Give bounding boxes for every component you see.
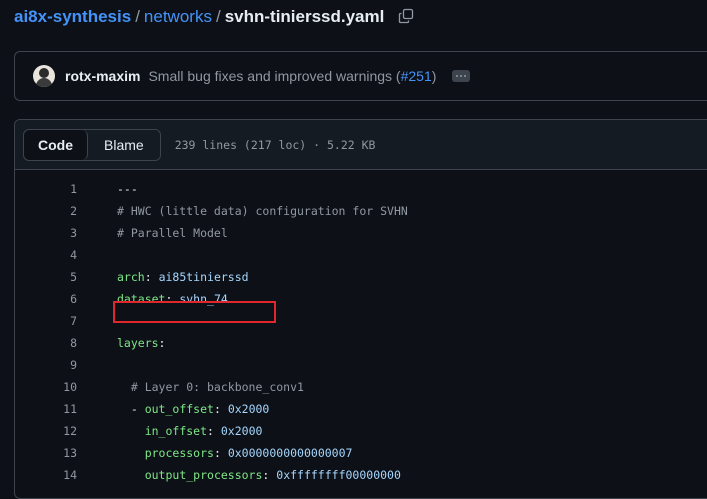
code-token: : xyxy=(207,424,221,438)
breadcrumb-separator: / xyxy=(135,7,140,26)
code-token: out_offset xyxy=(144,402,214,416)
copy-path-button[interactable] xyxy=(395,5,417,27)
code-token: in_offset xyxy=(144,424,208,438)
line-number[interactable]: 6 xyxy=(15,292,77,306)
code-token: arch xyxy=(117,270,145,284)
line-number[interactable]: 4 xyxy=(15,248,77,262)
code-token: # HWC (little data) configuration for SV… xyxy=(117,204,408,218)
code-line: 5 arch: ai85tinierssd xyxy=(15,266,707,288)
line-number[interactable]: 1 xyxy=(15,182,77,196)
code-token: : xyxy=(158,336,166,350)
code-line: 9 xyxy=(15,354,707,376)
line-number[interactable]: 10 xyxy=(15,380,77,394)
code-token: --- xyxy=(117,182,138,196)
avatar[interactable] xyxy=(33,65,55,87)
code-line: 12 in_offset: 0x2000 xyxy=(15,420,707,442)
code-text: --- xyxy=(117,182,138,196)
line-number[interactable]: 3 xyxy=(15,226,77,240)
code-text: # Layer 0: backbone_conv1 xyxy=(117,380,304,394)
line-number[interactable]: 8 xyxy=(15,336,77,350)
file-viewer: Code Blame 239 lines (217 loc) · 5.22 KB… xyxy=(14,119,707,499)
code-token: # Parallel Model xyxy=(117,226,228,240)
breadcrumb-dir-link[interactable]: networks xyxy=(144,7,212,27)
latest-commit-bar: rotx-maxim Small bug fixes and improved … xyxy=(14,51,707,101)
code-token: 0x0000000000000007 xyxy=(227,446,353,460)
code-line: 10 # Layer 0: backbone_conv1 xyxy=(15,376,707,398)
code-line: 3 # Parallel Model xyxy=(15,222,707,244)
tab-code[interactable]: Code xyxy=(24,129,88,160)
breadcrumb-repo-link[interactable]: ai8x-synthesis xyxy=(14,7,131,27)
file-header: Code Blame 239 lines (217 loc) · 5.22 KB xyxy=(15,120,707,170)
code-text: layers: xyxy=(117,336,165,350)
code-token: layers xyxy=(117,336,159,350)
code-line: 2 # HWC (little data) configuration for S… xyxy=(15,200,707,222)
view-switcher: Code Blame xyxy=(23,128,161,161)
code-token: 0x2000 xyxy=(220,424,263,438)
line-number[interactable]: 11 xyxy=(15,402,77,416)
breadcrumb-file-name: svhn-tinierssd.yaml xyxy=(224,7,385,26)
breadcrumb-separator: / xyxy=(215,7,221,26)
copy-icon xyxy=(398,8,414,24)
tab-blame[interactable]: Blame xyxy=(88,129,160,160)
commit-author-link[interactable]: rotx-maxim xyxy=(65,68,140,84)
code-token: # Layer 0: backbone_conv1 xyxy=(117,380,304,394)
code-text: - out_offset: 0x2000 xyxy=(117,402,270,416)
commit-message[interactable]: Small bug fixes and improved warnings (#… xyxy=(148,68,436,84)
commit-message-text[interactable]: Small bug fixes and improved warnings ( xyxy=(148,68,400,84)
code-token: - xyxy=(117,402,145,416)
code-line: 7 xyxy=(15,310,707,332)
code-text: # HWC (little data) configuration for SV… xyxy=(117,204,408,218)
code-line: 6 dataset: svhn_74 xyxy=(15,288,707,310)
breadcrumb: ai8x-synthesis / networks / svhn-tiniers… xyxy=(14,4,384,30)
code-line: 11 - out_offset: 0x2000 xyxy=(15,398,707,420)
line-number[interactable]: 2 xyxy=(15,204,77,218)
code-token: : xyxy=(165,292,180,306)
line-number[interactable]: 12 xyxy=(15,424,77,438)
code-token: ai85tinierssd xyxy=(158,270,249,284)
line-number[interactable]: 9 xyxy=(15,358,77,372)
commit-message-end: ) xyxy=(431,68,437,84)
code-line: 1 --- xyxy=(15,178,707,200)
code-view[interactable]: 1 --- 2 # HWC (little data) configuration f… xyxy=(15,170,707,486)
kebab-horizontal-icon xyxy=(456,75,459,77)
code-line: 13 processors: 0x0000000000000007 xyxy=(15,442,707,464)
code-text: dataset: svhn_74 xyxy=(117,292,228,306)
code-line: 4 xyxy=(15,244,707,266)
code-text: in_offset: 0x2000 xyxy=(117,424,263,438)
code-text: arch: ai85tinierssd xyxy=(117,270,249,284)
code-token: : xyxy=(144,270,159,284)
line-number[interactable]: 7 xyxy=(15,314,77,328)
code-line: 8 layers: xyxy=(15,332,707,354)
code-line: 14 output_processors: 0xffffffff00000000 xyxy=(15,464,707,486)
code-text: # Parallel Model xyxy=(117,226,228,240)
code-token: : xyxy=(213,402,228,416)
code-token: 0x2000 xyxy=(227,402,270,416)
code-token: dataset xyxy=(117,292,166,306)
commit-details-toggle[interactable] xyxy=(452,70,471,82)
code-text: processors: 0x0000000000000007 xyxy=(117,446,353,460)
commit-pr-link[interactable]: #251 xyxy=(401,68,432,84)
code-token: processors xyxy=(144,446,214,460)
code-token: : xyxy=(213,446,228,460)
file-info: 239 lines (217 loc) · 5.22 KB xyxy=(174,137,376,152)
code-token: svhn_74 xyxy=(179,292,228,306)
line-number[interactable]: 13 xyxy=(15,446,77,460)
line-number[interactable]: 5 xyxy=(15,270,77,284)
